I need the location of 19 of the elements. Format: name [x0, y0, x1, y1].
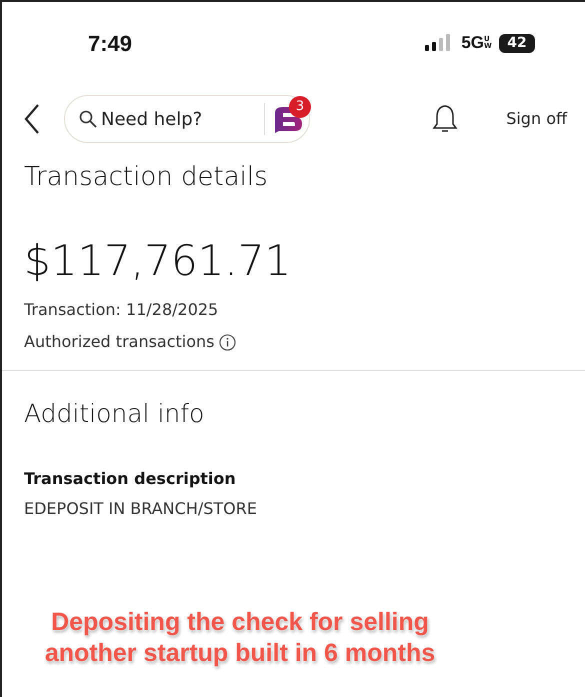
page-title: Transaction details: [24, 161, 269, 194]
transaction-date: Transaction: 11/28/2025: [24, 299, 220, 321]
section-heading: Additional info: [24, 398, 206, 430]
bell-icon[interactable]: [432, 104, 458, 134]
search-bar[interactable]: Need help? 3: [64, 95, 310, 143]
field-label: Transaction description: [24, 468, 237, 490]
status-time: 7:49: [88, 30, 132, 58]
field-value: EDEPOSIT IN BRANCH/STORE: [24, 498, 258, 520]
info-icon[interactable]: [218, 334, 236, 350]
authorized-label: Authorized transactions: [24, 331, 215, 353]
notification-count: 3: [289, 96, 311, 118]
transaction-amount: $117,761.71: [24, 235, 292, 287]
battery-indicator: 42: [499, 34, 535, 52]
search-field[interactable]: Need help?: [97, 106, 247, 132]
back-icon[interactable]: [24, 104, 40, 134]
search-icon: [79, 110, 97, 128]
network-label: 5G: [461, 32, 484, 54]
caption-text: Depositing the check for selling another startup built in 6 months: [44, 606, 436, 668]
sign-off-link[interactable]: Sign off: [506, 107, 567, 131]
